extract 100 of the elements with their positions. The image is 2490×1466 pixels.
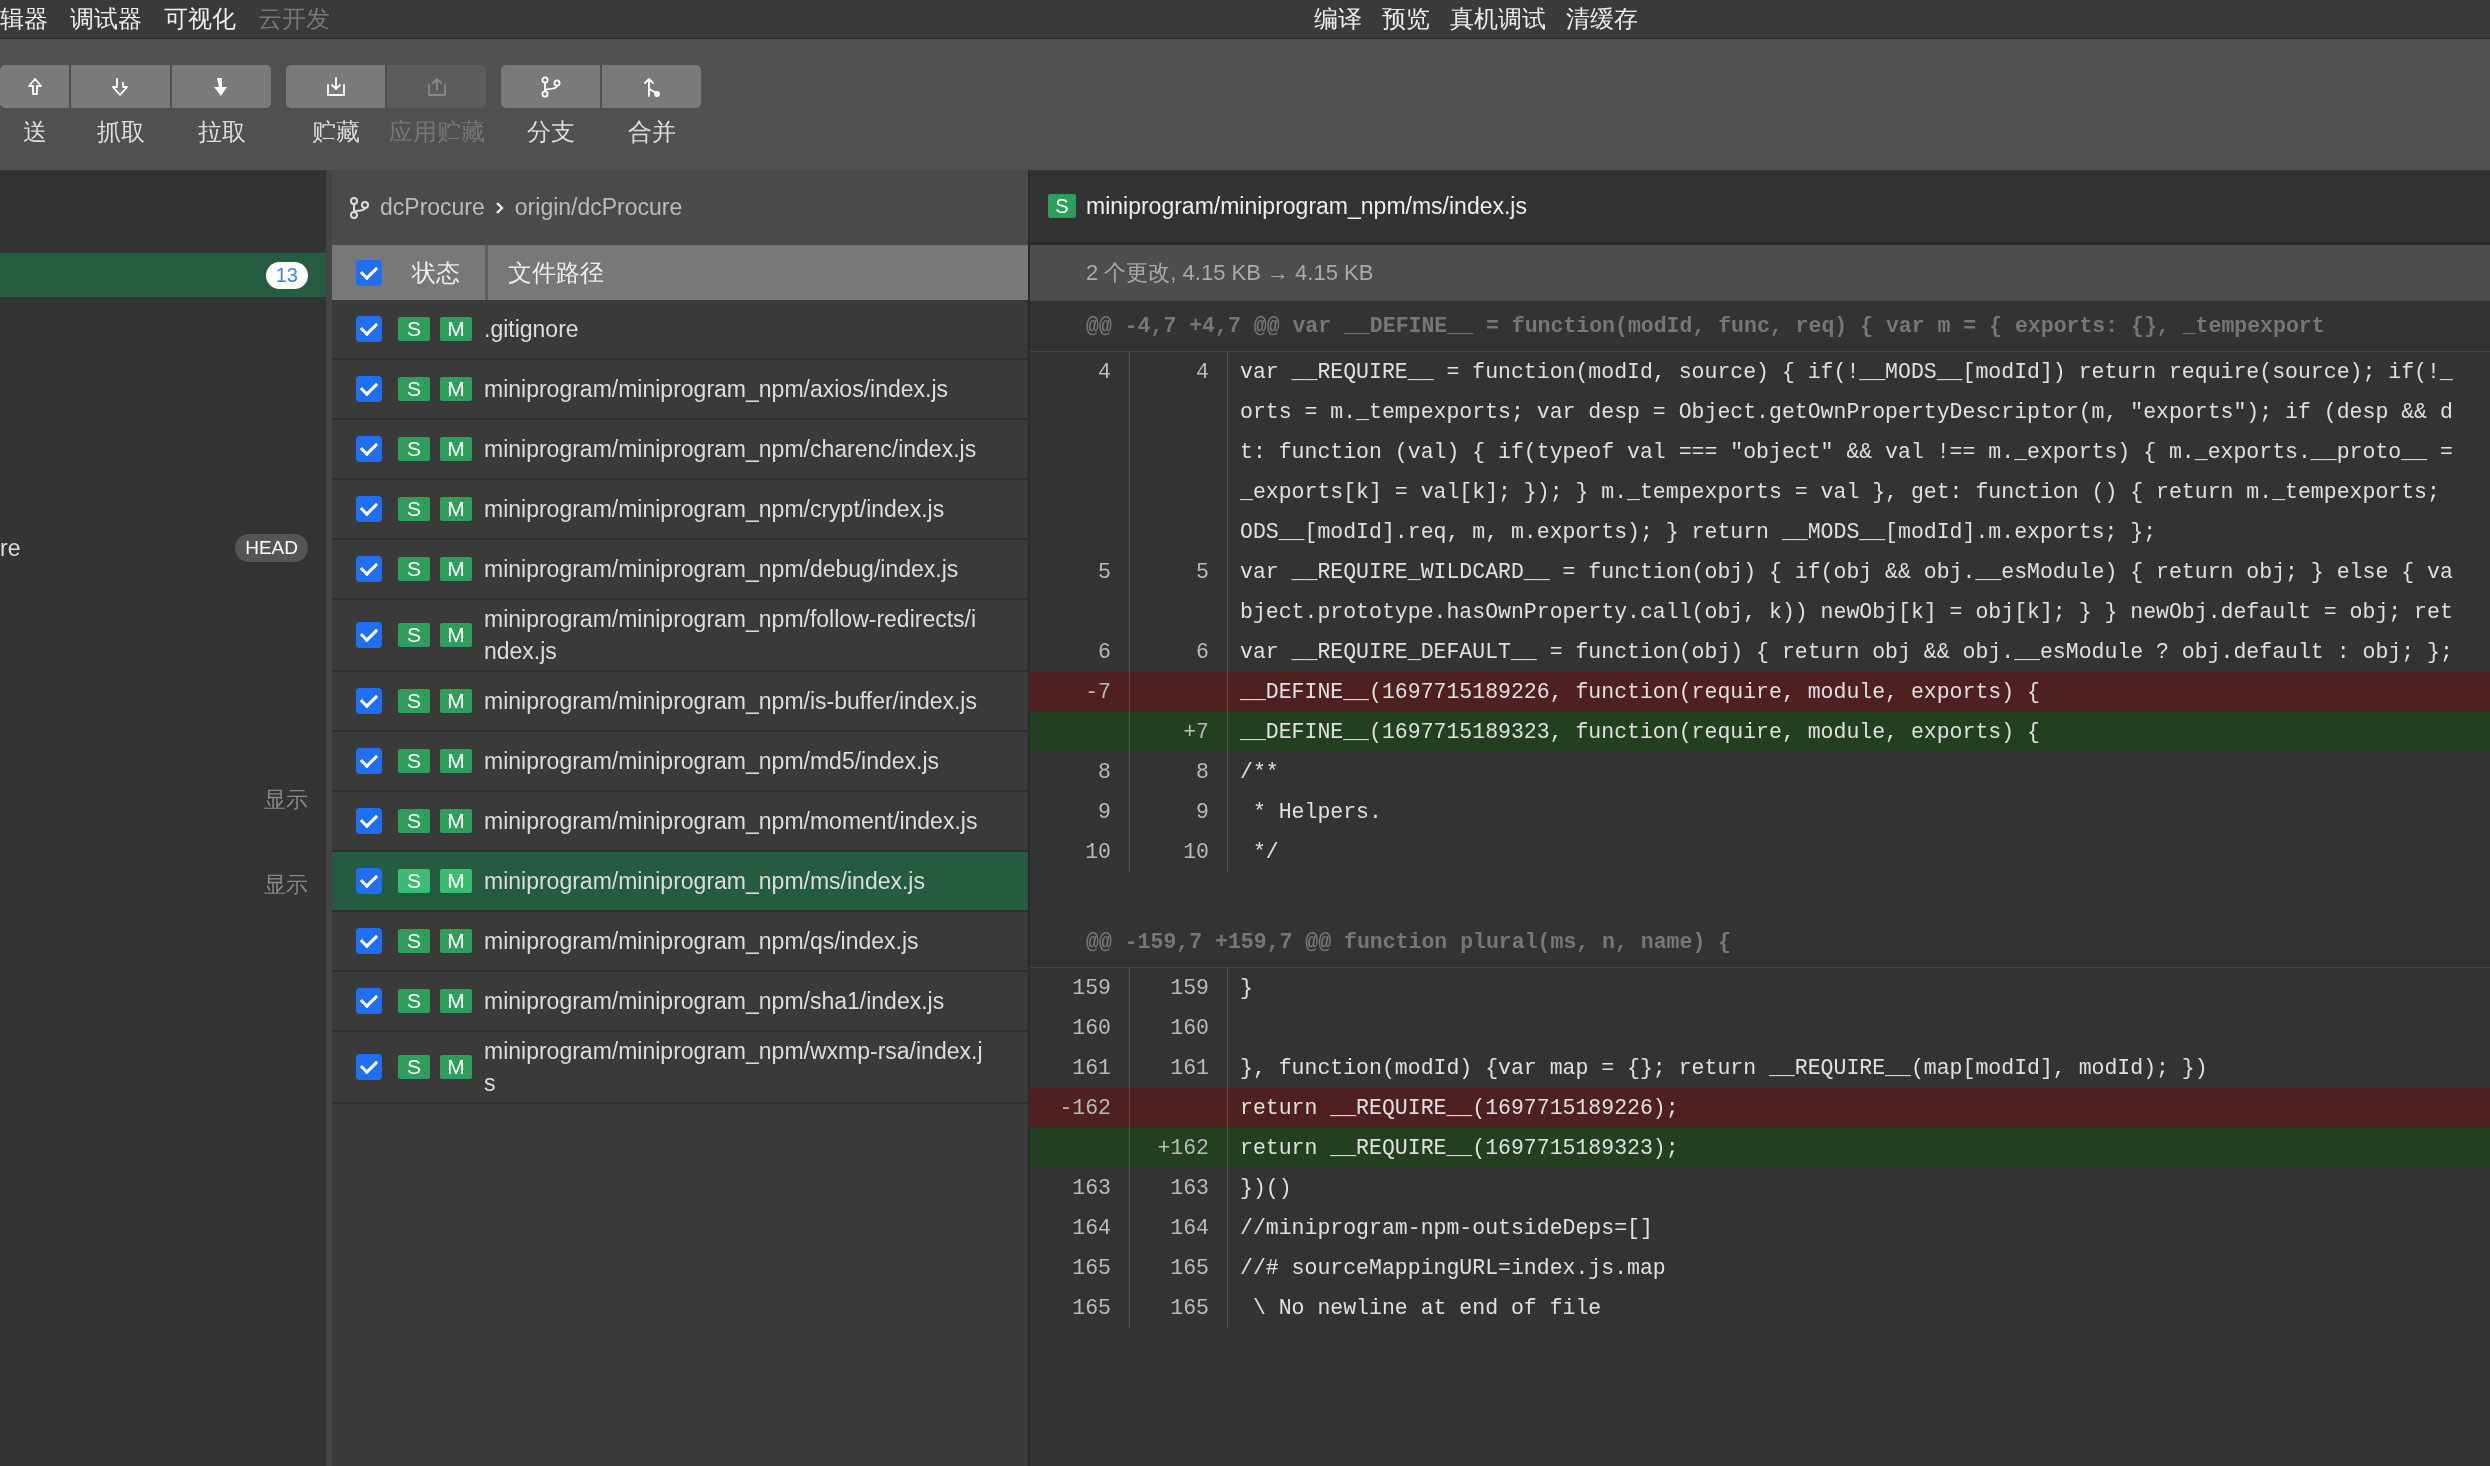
- menu-item[interactable]: 预览: [1382, 3, 1430, 35]
- file-path: miniprogram/miniprogram_npm/follow-redirects/i: [484, 605, 977, 634]
- line-number: 9: [1098, 800, 1111, 824]
- file-row[interactable]: S M miniprogram/miniprogram_npm/qs/index.js: [332, 912, 1028, 972]
- code-line: //# sourceMappingURL=index.js.map: [1240, 1255, 1666, 1282]
- line-number: 159: [1072, 976, 1111, 1000]
- status-badge: M: [440, 557, 472, 581]
- file-path: miniprogram/miniprogram_npm/is-buffer/index.js: [484, 687, 977, 716]
- checkbox[interactable]: [356, 928, 382, 954]
- line-number: 163: [1170, 1176, 1209, 1200]
- file-row[interactable]: S M miniprogram/miniprogram_npm/crypt/index.js: [332, 480, 1028, 540]
- status-badge: M: [440, 689, 472, 713]
- file-path: miniprogram/miniprogram_npm/moment/index.js: [484, 807, 978, 836]
- toolbar-button[interactable]: [172, 65, 271, 108]
- checkbox[interactable]: [356, 748, 382, 774]
- status-badge: M: [440, 989, 472, 1013]
- file-row[interactable]: S M miniprogram/miniprogram_npm/md5/index.js: [332, 732, 1028, 792]
- menu-item[interactable]: 可视化: [164, 3, 236, 35]
- staged-badge: S: [398, 749, 430, 773]
- status-badge: M: [440, 1055, 472, 1079]
- line-number: 8: [1098, 760, 1111, 784]
- column-header: 状态: [412, 257, 460, 288]
- checkbox[interactable]: [356, 496, 382, 522]
- file-row[interactable]: S M miniprogram/miniprogram_npm/sha1/index.js: [332, 972, 1028, 1032]
- code-line: \ No newline at end of file: [1251, 1295, 1602, 1322]
- file-row[interactable]: S M miniprogram/miniprogram_npm/follow-redirects/i ndex.js: [332, 600, 1028, 672]
- line-number: -7: [1085, 680, 1111, 704]
- staged-badge: S: [1048, 194, 1076, 218]
- code-line: }, function(modId) {var map = {}; return __REQUIRE__(map[modId], modId); }): [1240, 1055, 2208, 1082]
- checkbox[interactable]: [356, 316, 382, 342]
- checkbox[interactable]: [356, 808, 382, 834]
- count-badge: 13: [265, 261, 308, 289]
- checkbox[interactable]: [356, 556, 382, 582]
- select-all-checkbox[interactable]: [356, 259, 382, 286]
- line-number: 165: [1072, 1256, 1111, 1280]
- code-line: __DEFINE__(1697715189323, function(require, module, exports) {: [1240, 719, 2040, 746]
- toolbar-label: 合并: [626, 117, 677, 147]
- checkbox[interactable]: [356, 688, 382, 714]
- status-badge: M: [440, 869, 472, 893]
- checkbox[interactable]: [356, 436, 382, 462]
- remote-branch: origin/dcProcure: [514, 194, 683, 221]
- status-badge: M: [440, 317, 472, 341]
- head-tag: HEAD: [235, 534, 308, 562]
- staged-badge: S: [398, 317, 430, 341]
- status-badge: M: [440, 929, 472, 953]
- toolbar-button[interactable]: [501, 65, 600, 108]
- menu-item[interactable]: 编译: [1314, 3, 1362, 35]
- code-line: var __REQUIRE__ = function(modId, source) { if(!__MODS__[modId]) return require(source); if(!_: [1240, 359, 2453, 386]
- file-row[interactable]: S M miniprogram/miniprogram_npm/axios/index.js: [332, 360, 1028, 420]
- file-row[interactable]: S M miniprogram/miniprogram_npm/ms/index.js: [332, 852, 1028, 912]
- toolbar-button[interactable]: [602, 65, 701, 108]
- line-number: 160: [1072, 1016, 1111, 1040]
- sidebar-item[interactable]: 13: [0, 253, 326, 297]
- file-path: miniprogram/miniprogram_npm/qs/index.js: [484, 927, 919, 956]
- checkbox[interactable]: [356, 988, 382, 1014]
- file-row[interactable]: S M miniprogram/miniprogram_npm/is-buffer/index.js: [332, 672, 1028, 732]
- show-link[interactable]: 显示: [264, 870, 308, 900]
- staged-badge: S: [398, 623, 430, 647]
- file-row[interactable]: S M miniprogram/miniprogram_npm/debug/index.js: [332, 540, 1028, 600]
- menu-item[interactable]: 辑器: [0, 3, 48, 35]
- line-number: 165: [1170, 1256, 1209, 1280]
- checkbox[interactable]: [356, 1054, 382, 1080]
- line-number: 165: [1170, 1296, 1209, 1320]
- file-row[interactable]: S M .gitignore: [332, 300, 1028, 360]
- code-line: orts = m._tempexports; var desp = Object.getOwnPropertyDescriptor(m, "exports"); if (desp && d: [1240, 399, 2453, 426]
- code-line: var __REQUIRE_DEFAULT__ = function(obj) { return obj && obj.__esModule ? obj.default : obj; };: [1240, 639, 2453, 666]
- line-number: 161: [1072, 1056, 1111, 1080]
- file-row[interactable]: S M miniprogram/miniprogram_npm/wxmp-rsa/index.j s: [332, 1032, 1028, 1104]
- line-number: 5: [1098, 560, 1111, 584]
- line-number: 165: [1072, 1296, 1111, 1320]
- checkbox[interactable]: [356, 376, 382, 402]
- file-path: miniprogram/miniprogram_npm/debug/index.js: [484, 555, 959, 584]
- staged-badge: S: [398, 377, 430, 401]
- file-path: miniprogram/miniprogram_npm/ms/index.js: [484, 867, 925, 896]
- file-path: .gitignore: [484, 315, 579, 344]
- file-row[interactable]: S M miniprogram/miniprogram_npm/charenc/index.js: [332, 420, 1028, 480]
- menu-item[interactable]: 调试器: [70, 3, 142, 35]
- staged-badge: S: [398, 989, 430, 1013]
- code-line: bject.prototype.hasOwnProperty.call(obj, k)) newObj[k] = obj[k]; } } newObj.default = obj; ret: [1240, 599, 2453, 626]
- branch-name[interactable]: re: [0, 534, 21, 562]
- staged-badge: S: [398, 689, 430, 713]
- toolbar-button[interactable]: [0, 65, 69, 108]
- checkbox[interactable]: [356, 868, 382, 894]
- line-number: 4: [1098, 360, 1111, 384]
- staged-badge: S: [398, 869, 430, 893]
- show-link[interactable]: 显示: [264, 785, 308, 815]
- checkbox[interactable]: [356, 622, 382, 648]
- menu-item[interactable]: 真机调试: [1450, 3, 1546, 35]
- file-path: miniprogram/miniprogram_npm/sha1/index.js: [484, 987, 945, 1016]
- code-line: return __REQUIRE__(1697715189323);: [1240, 1135, 1679, 1162]
- menu-item[interactable]: 清缓存: [1566, 3, 1638, 35]
- hunk-header: @@ -4,7 +4,7 @@ var __DEFINE__ = function(modId, func, req) { var m = { exports: {}, _tempexport: [1086, 314, 2325, 338]
- line-number: 161: [1170, 1056, 1209, 1080]
- file-path: miniprogram/miniprogram_npm/ms/index.js: [1086, 192, 1527, 220]
- code-line: }: [1240, 975, 1253, 1002]
- status-badge: M: [440, 623, 472, 647]
- toolbar-button[interactable]: [286, 65, 385, 108]
- file-path: miniprogram/miniprogram_npm/charenc/index.js: [484, 435, 977, 464]
- staged-badge: S: [398, 437, 430, 461]
- staged-badge: S: [398, 497, 430, 521]
